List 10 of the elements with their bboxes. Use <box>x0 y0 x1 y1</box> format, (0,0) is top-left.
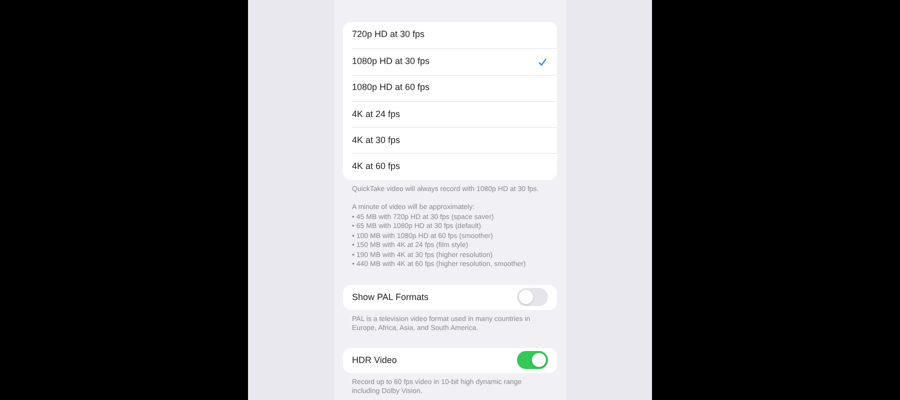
format-option[interactable]: 4K at 30 fps <box>352 127 557 154</box>
format-option[interactable]: 720p HD at 30 fps <box>352 22 557 48</box>
format-option[interactable]: 4K at 24 fps <box>352 100 557 128</box>
toggle-label: Show PAL Formats <box>352 290 429 304</box>
format-option[interactable]: 1080p HD at 30 fps <box>352 48 557 75</box>
format-option[interactable]: 4K at 60 fps <box>352 153 557 180</box>
toggle-switch[interactable] <box>517 351 548 370</box>
format-option[interactable]: 1080p HD at 60 fps <box>352 74 557 101</box>
toggle-label: HDR Video <box>352 354 397 367</box>
toggle-switch[interactable] <box>517 288 548 306</box>
